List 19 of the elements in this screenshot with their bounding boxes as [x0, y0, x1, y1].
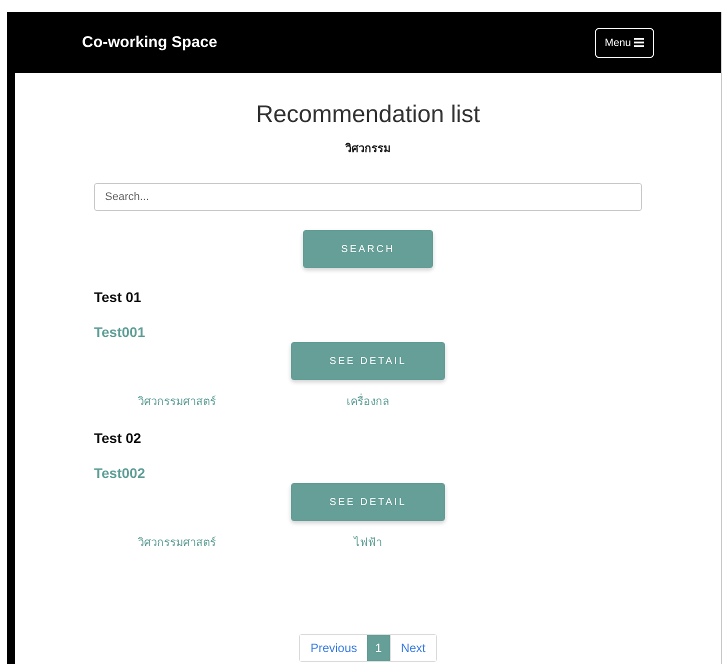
- search-field[interactable]: Search...: [94, 183, 642, 211]
- item-tag: เครื่องกล: [346, 392, 390, 410]
- menu-button[interactable]: Menu: [594, 28, 654, 58]
- item-heading: Test 02: [94, 430, 142, 446]
- item-link[interactable]: Test001: [94, 324, 146, 340]
- see-detail-button[interactable]: SEE DETAIL: [291, 483, 445, 521]
- category-subtitle: วิศวกรรม: [346, 141, 390, 157]
- item-tag: วิศวกรรมศาสตร์: [138, 392, 216, 410]
- page-title: Recommendation list: [256, 101, 480, 129]
- search-button[interactable]: SEARCH: [303, 230, 433, 268]
- next-link[interactable]: Next: [390, 635, 436, 661]
- item-tag: ไฟฟ้า: [354, 533, 382, 551]
- item-heading: Test 01: [94, 289, 142, 305]
- see-detail-button[interactable]: SEE DETAIL: [291, 342, 445, 380]
- menu-icon: [634, 38, 644, 47]
- item-tag: วิศวกรรมศาสตร์: [138, 533, 216, 551]
- item-link[interactable]: Test002: [94, 465, 146, 481]
- page-link[interactable]: 1: [367, 635, 390, 661]
- brand-title: Co-working Space: [82, 34, 218, 52]
